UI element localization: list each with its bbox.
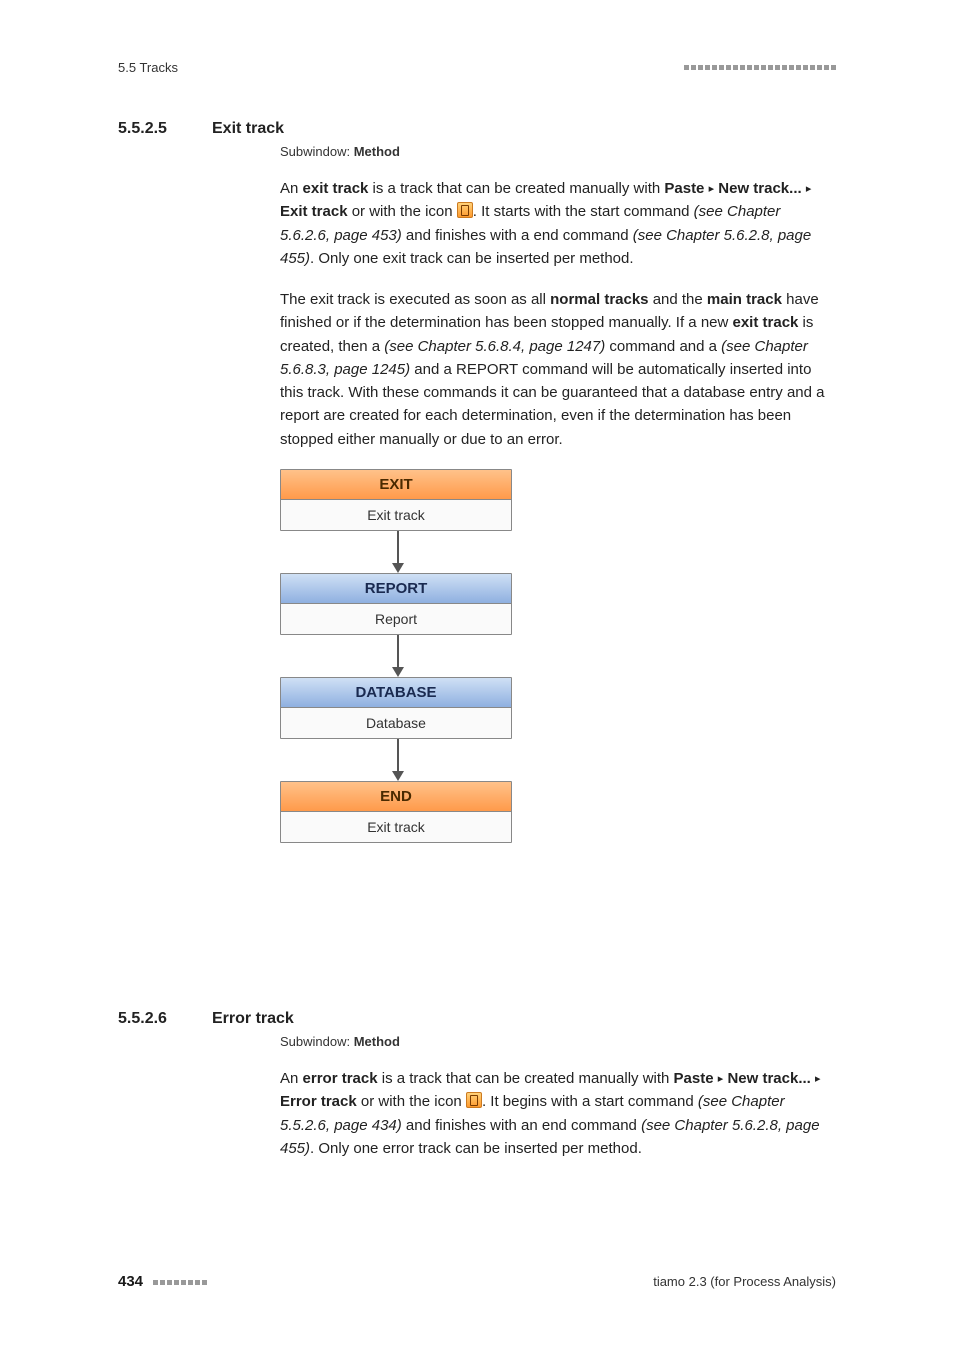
section-number: 5.5.2.5 — [118, 120, 190, 138]
subwindow-label: Subwindow: Method — [280, 1034, 836, 1049]
diagram-head: END — [281, 782, 511, 812]
diagram-arrow-icon — [280, 635, 515, 677]
footer-left: 434 — [118, 1273, 207, 1290]
diagram-head: REPORT — [281, 574, 511, 604]
section-heading: 5.5.2.6 Error track — [118, 1010, 836, 1028]
diagram-block-database: DATABASE Database — [280, 677, 512, 739]
exit-track-diagram: EXIT Exit track REPORT Report DATABASE D… — [280, 469, 515, 843]
section-title: Exit track — [212, 120, 284, 138]
section-error-track: 5.5.2.6 Error track Subwindow: Method An… — [118, 1010, 836, 1160]
diagram-arrow-icon — [280, 531, 515, 573]
error-track-icon — [466, 1092, 482, 1108]
menu-separator-icon: ▸ — [806, 183, 812, 195]
section-title: Error track — [212, 1010, 294, 1028]
diagram-block-end: END Exit track — [280, 781, 512, 843]
section-heading: 5.5.2.5 Exit track — [118, 120, 836, 138]
header-ornament — [684, 65, 836, 70]
page-number: 434 — [118, 1273, 143, 1290]
menu-separator-icon: ▸ — [709, 183, 715, 195]
diagram-arrow-icon — [280, 739, 515, 781]
diagram-head: EXIT — [281, 470, 511, 500]
footer-product: tiamo 2.3 (for Process Analysis) — [653, 1274, 836, 1289]
page-header: 5.5 Tracks — [118, 60, 836, 75]
paragraph: An error track is a track that can be cr… — [280, 1067, 832, 1160]
section-exit-track: 5.5.2.5 Exit track Subwindow: Method An … — [118, 120, 836, 843]
diagram-head: DATABASE — [281, 678, 511, 708]
footer-ornament — [153, 1280, 207, 1285]
paragraph: An exit track is a track that can be cre… — [280, 177, 832, 270]
diagram-label: Exit track — [281, 500, 511, 530]
header-section-ref: 5.5 Tracks — [118, 60, 178, 75]
menu-separator-icon: ▸ — [815, 1073, 821, 1085]
subwindow-label: Subwindow: Method — [280, 144, 836, 159]
page-footer: 434 tiamo 2.3 (for Process Analysis) — [118, 1273, 836, 1290]
exit-track-icon — [457, 202, 473, 218]
section-number: 5.5.2.6 — [118, 1010, 190, 1028]
diagram-label: Exit track — [281, 812, 511, 842]
diagram-block-report: REPORT Report — [280, 573, 512, 635]
diagram-label: Report — [281, 604, 511, 634]
paragraph: The exit track is executed as soon as al… — [280, 288, 832, 451]
menu-separator-icon: ▸ — [718, 1073, 724, 1085]
diagram-label: Database — [281, 708, 511, 738]
diagram-block-exit: EXIT Exit track — [280, 469, 512, 531]
